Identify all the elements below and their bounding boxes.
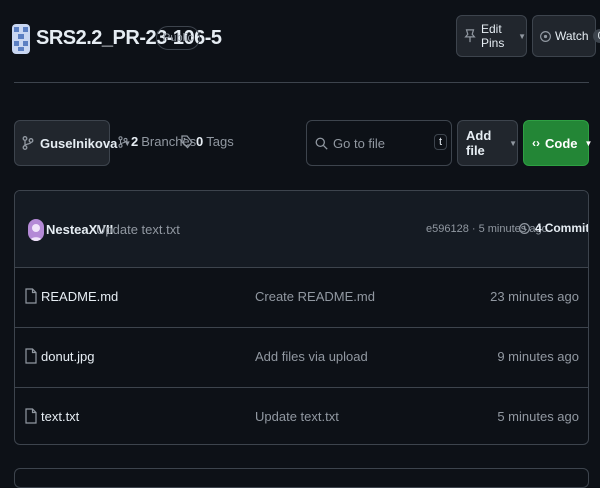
watch-count: 0: [592, 29, 600, 43]
visibility-badge: Public: [156, 26, 200, 50]
file-time: 23 minutes ago: [490, 289, 579, 304]
tags-count: 0: [196, 134, 204, 149]
file-commit-message[interactable]: Create README.md: [255, 289, 375, 304]
file-name[interactable]: README.md: [41, 289, 118, 304]
go-to-file-input[interactable]: Go to file t: [306, 120, 452, 166]
code-button[interactable]: ‹› Code ▼: [523, 120, 592, 166]
next-panel-edge: [14, 468, 589, 488]
repo-avatar-icon: [12, 24, 30, 54]
watch-button[interactable]: Watch 0: [532, 15, 600, 57]
branch-icon: [22, 136, 34, 150]
latest-commit-row: NesteaXVII Update text.txt e596128 · 5 m…: [15, 191, 588, 268]
file-commit-message[interactable]: Update text.txt: [255, 409, 339, 424]
file-name[interactable]: text.txt: [41, 409, 79, 424]
branch-icon: [118, 135, 128, 149]
file-name[interactable]: donut.jpg: [41, 349, 95, 364]
chevron-down-icon: ▼: [584, 138, 593, 148]
tags-link[interactable]: 0 Tags: [181, 134, 234, 149]
branch-name: GuseInikova: [40, 135, 118, 151]
header-divider: [14, 82, 589, 83]
search-placeholder: Go to file: [333, 135, 386, 151]
history-icon: [518, 222, 531, 235]
code-label: Code: [545, 135, 578, 151]
tags-label: Tags: [206, 134, 234, 149]
table-row[interactable]: README.md Create README.md 23 minutes ag…: [15, 267, 588, 328]
add-file-label: Add file: [466, 128, 492, 158]
file-icon: [25, 288, 37, 304]
commits-label: Commits: [544, 221, 589, 235]
commits-count: 4: [535, 221, 542, 235]
edit-pins-button[interactable]: Edit Pins ▼: [456, 15, 527, 57]
file-time: 9 minutes ago: [497, 349, 579, 364]
commit-message[interactable]: Update text.txt: [96, 222, 180, 237]
file-time: 5 minutes ago: [497, 409, 579, 424]
avatar[interactable]: [28, 219, 44, 241]
tag-icon: [181, 134, 193, 149]
file-commit-message[interactable]: Add files via upload: [255, 349, 368, 364]
edit-pins-label: Edit Pins: [481, 22, 505, 50]
add-file-button[interactable]: Add file ▼: [457, 120, 518, 166]
branch-select-button[interactable]: GuseInikova ▼: [14, 120, 131, 166]
code-icon: ‹›: [532, 136, 540, 150]
chevron-down-icon: ▼: [509, 138, 517, 148]
pin-icon: [463, 29, 477, 43]
commits-link[interactable]: 4 Commits: [518, 221, 589, 235]
chevron-down-icon: ▼: [518, 31, 526, 41]
search-icon: [315, 137, 328, 150]
eye-icon: [539, 30, 552, 43]
file-table: NesteaXVII Update text.txt e596128 · 5 m…: [14, 190, 589, 445]
file-icon: [25, 408, 37, 424]
file-icon: [25, 348, 37, 364]
branches-count: 2: [131, 134, 139, 149]
watch-label: Watch: [555, 29, 589, 43]
keyboard-shortcut-hint: t: [433, 134, 447, 150]
table-row[interactable]: donut.jpg Add files via upload 9 minutes…: [15, 327, 588, 388]
table-row[interactable]: text.txt Update text.txt 5 minutes ago: [15, 387, 588, 444]
